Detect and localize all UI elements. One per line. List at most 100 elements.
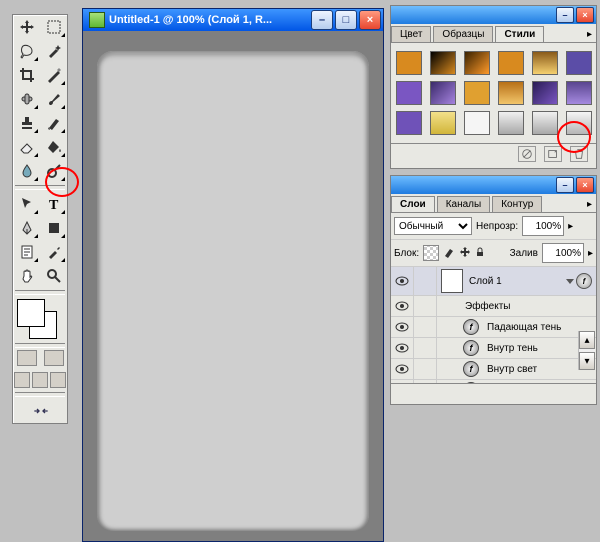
effect-row[interactable]: fПадающая тень bbox=[391, 317, 596, 338]
style-swatch[interactable] bbox=[498, 51, 524, 75]
style-swatch[interactable] bbox=[430, 51, 456, 75]
heal-tool[interactable] bbox=[13, 87, 40, 111]
panel-menu-icon[interactable]: ▸ bbox=[583, 27, 596, 42]
eyedropper-tool[interactable] bbox=[40, 240, 67, 264]
standard-mode-icon[interactable] bbox=[17, 350, 37, 366]
blur-tool[interactable] bbox=[13, 159, 40, 183]
crop-tool[interactable] bbox=[13, 63, 40, 87]
opacity-slider-icon[interactable]: ▸ bbox=[568, 221, 573, 232]
titlebar[interactable]: Untitled-1 @ 100% (Слой 1, R... – □ × bbox=[83, 9, 383, 31]
style-swatch[interactable] bbox=[464, 51, 490, 75]
lock-position-icon[interactable] bbox=[459, 246, 471, 261]
style-swatch[interactable] bbox=[566, 51, 592, 75]
layer-name[interactable]: Слой 1 bbox=[467, 276, 564, 287]
eraser-tool[interactable] bbox=[13, 135, 40, 159]
path-select-tool[interactable] bbox=[13, 192, 40, 216]
minimize-button[interactable]: – bbox=[311, 10, 333, 30]
slice-tool[interactable] bbox=[40, 63, 67, 87]
style-swatch[interactable] bbox=[396, 51, 422, 75]
layer-thumbnail[interactable] bbox=[441, 269, 463, 293]
tab-swatches[interactable]: Образцы bbox=[433, 26, 493, 42]
fill-slider-icon[interactable]: ▸ bbox=[588, 248, 593, 259]
no-style-icon[interactable] bbox=[518, 146, 536, 162]
visibility-toggle[interactable] bbox=[391, 267, 414, 295]
blend-mode-select[interactable]: Обычный bbox=[394, 217, 472, 235]
lock-pixels-icon[interactable] bbox=[443, 246, 455, 261]
style-swatch[interactable] bbox=[498, 111, 524, 135]
style-swatch[interactable] bbox=[532, 111, 558, 135]
scroll-up-icon[interactable]: ▴ bbox=[579, 331, 595, 349]
new-group-icon[interactable] bbox=[524, 387, 542, 401]
tab-paths[interactable]: Контур bbox=[492, 196, 542, 212]
visibility-toggle[interactable] bbox=[391, 317, 414, 337]
type-tool[interactable]: T bbox=[40, 192, 67, 216]
style-swatch[interactable] bbox=[430, 81, 456, 105]
style-swatch[interactable] bbox=[396, 111, 422, 135]
close-button[interactable]: × bbox=[359, 10, 381, 30]
panel-close-button[interactable]: × bbox=[576, 7, 594, 23]
effect-row[interactable]: fВнутр тень bbox=[391, 338, 596, 359]
brush-tool[interactable] bbox=[40, 87, 67, 111]
screen-mode-3-icon[interactable] bbox=[50, 372, 66, 388]
panel-header[interactable]: – × bbox=[391, 176, 596, 194]
tab-color[interactable]: Цвет bbox=[391, 26, 431, 42]
maximize-button[interactable]: □ bbox=[335, 10, 357, 30]
foreground-color[interactable] bbox=[17, 299, 45, 327]
tab-layers[interactable]: Слои bbox=[391, 196, 435, 212]
panel-minimize-button[interactable]: – bbox=[556, 7, 574, 23]
tab-channels[interactable]: Каналы bbox=[437, 196, 491, 212]
new-style-icon[interactable] bbox=[544, 146, 562, 162]
canvas-artwork[interactable] bbox=[97, 51, 369, 531]
zoom-tool[interactable] bbox=[40, 264, 67, 288]
style-swatch[interactable] bbox=[498, 81, 524, 105]
marquee-tool[interactable] bbox=[40, 15, 67, 39]
delete-style-icon[interactable] bbox=[570, 146, 588, 162]
add-style-icon[interactable] bbox=[476, 387, 494, 401]
style-swatch[interactable] bbox=[532, 81, 558, 105]
screen-mode-1-icon[interactable] bbox=[14, 372, 30, 388]
quickmask-mode-icon[interactable] bbox=[44, 350, 64, 366]
move-tool[interactable] bbox=[13, 15, 40, 39]
panel-close-button[interactable]: × bbox=[576, 177, 594, 193]
scroll-down-icon[interactable]: ▾ bbox=[579, 352, 595, 370]
pen-tool[interactable] bbox=[13, 216, 40, 240]
style-swatch[interactable] bbox=[532, 51, 558, 75]
panel-menu-icon[interactable]: ▸ bbox=[583, 197, 596, 212]
scrollbar[interactable]: ▴ ▾ bbox=[578, 331, 595, 370]
style-swatch[interactable] bbox=[464, 111, 490, 135]
style-swatch[interactable] bbox=[566, 81, 592, 105]
style-swatch[interactable] bbox=[430, 111, 456, 135]
lasso-tool[interactable] bbox=[13, 39, 40, 63]
color-swatches[interactable] bbox=[15, 297, 65, 341]
fx-badge-icon[interactable]: f bbox=[576, 273, 592, 289]
layer-row[interactable]: Слой 1 f bbox=[391, 267, 596, 296]
hand-tool[interactable] bbox=[13, 264, 40, 288]
effect-row[interactable]: fВнутр свет bbox=[391, 359, 596, 380]
fill-input[interactable] bbox=[542, 243, 584, 263]
delete-layer-icon[interactable] bbox=[572, 387, 590, 401]
lock-transparency-icon[interactable] bbox=[423, 245, 439, 261]
history-brush-tool[interactable] bbox=[40, 111, 67, 135]
style-swatch[interactable] bbox=[566, 111, 592, 135]
visibility-toggle[interactable] bbox=[391, 296, 414, 316]
lock-all-icon[interactable] bbox=[475, 247, 485, 260]
wand-tool[interactable] bbox=[40, 39, 67, 63]
jump-to-imageready-icon[interactable] bbox=[13, 399, 69, 423]
tab-styles[interactable]: Стили bbox=[495, 26, 544, 42]
link-cell[interactable] bbox=[414, 267, 437, 295]
new-layer-icon[interactable] bbox=[548, 387, 566, 401]
stamp-tool[interactable] bbox=[13, 111, 40, 135]
screen-mode-2-icon[interactable] bbox=[32, 372, 48, 388]
add-mask-icon[interactable] bbox=[500, 387, 518, 401]
link-layers-icon[interactable] bbox=[452, 387, 470, 401]
effects-collapse-icon[interactable] bbox=[566, 279, 574, 284]
panel-minimize-button[interactable]: – bbox=[556, 177, 574, 193]
shape-tool[interactable] bbox=[40, 216, 67, 240]
bucket-tool[interactable] bbox=[40, 135, 67, 159]
opacity-input[interactable] bbox=[522, 216, 564, 236]
panel-header[interactable]: – × bbox=[391, 6, 596, 24]
effects-header-row[interactable]: Эффекты bbox=[391, 296, 596, 317]
visibility-toggle[interactable] bbox=[391, 359, 414, 379]
style-swatch[interactable] bbox=[396, 81, 422, 105]
visibility-toggle[interactable] bbox=[391, 338, 414, 358]
